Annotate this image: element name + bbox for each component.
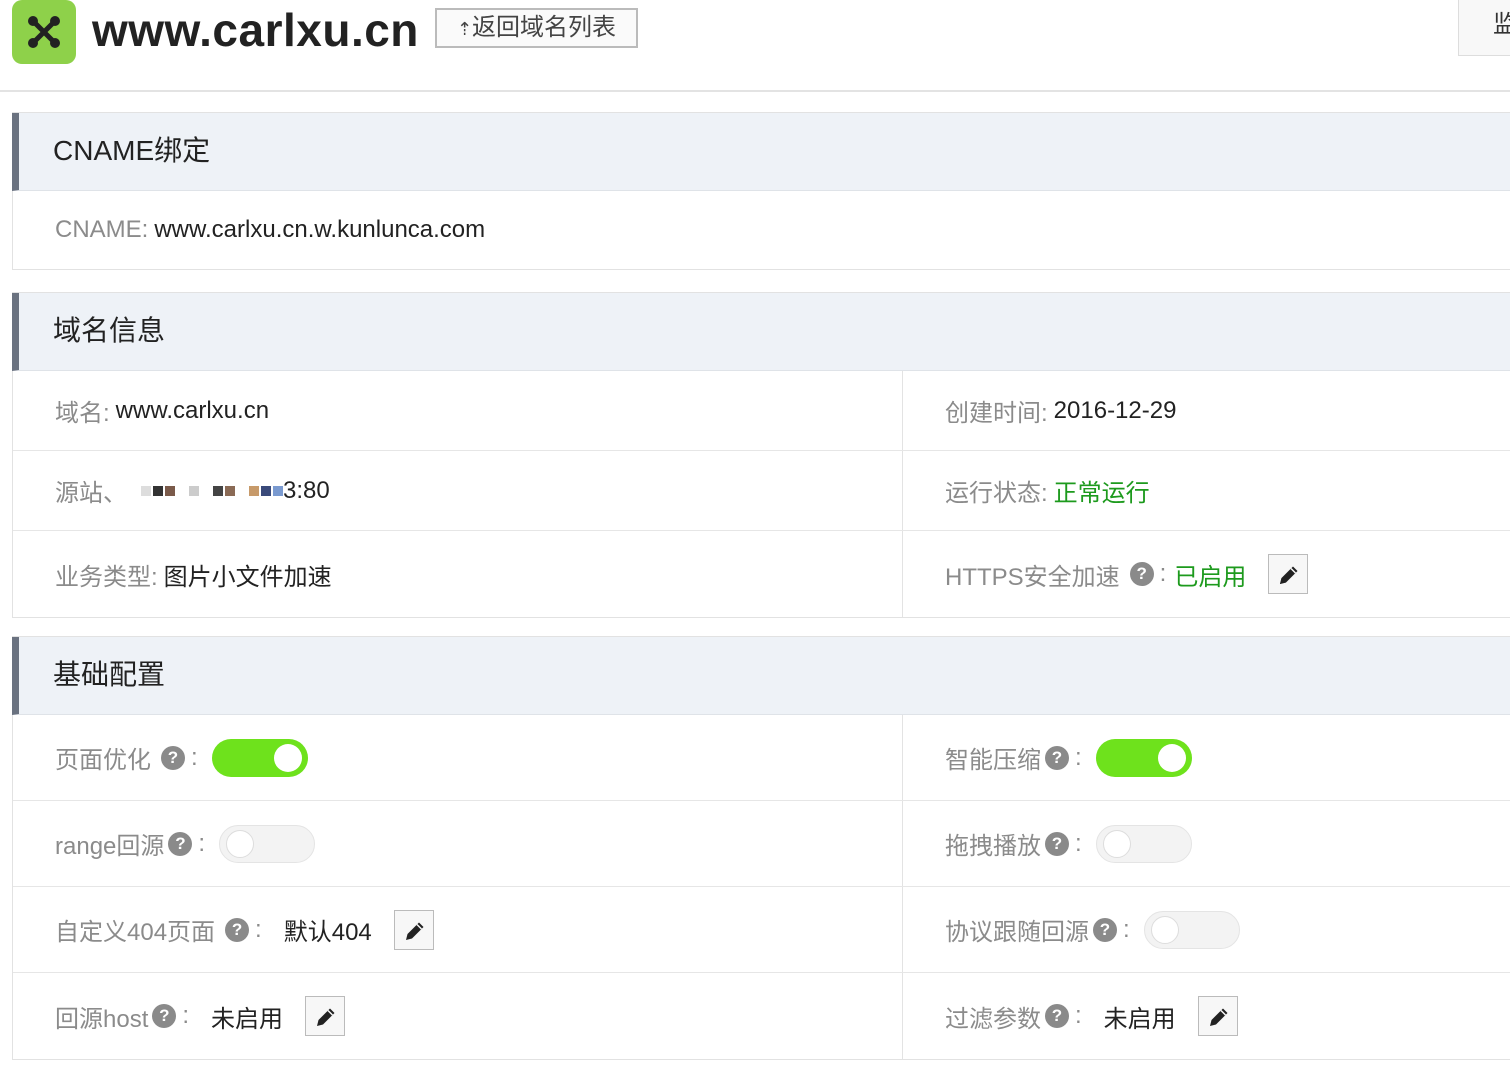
cname-label: CNAME: <box>55 216 149 243</box>
back-to-domain-list-button[interactable]: ⇡返回域名列表 <box>435 8 638 48</box>
range-origin-label: range回源 <box>55 833 165 860</box>
pencil-icon <box>1280 566 1298 584</box>
drag-play-label: 拖拽播放 <box>945 833 1041 860</box>
logo-icon <box>12 0 76 64</box>
https-value: 已启用 <box>1174 563 1247 591</box>
cname-value: www.carlxu.cn.w.kunlunca.com <box>154 216 486 243</box>
domain-label: 域名: <box>55 400 110 427</box>
upload-arrow-icon: ⇡ <box>456 19 473 39</box>
config-row: range回源 ?: 拖拽播放 ?: <box>13 801 1510 887</box>
protocol-follow-label: 协议跟随回源 <box>945 919 1089 946</box>
cname-section: CNAME绑定 CNAME: www.carlxu.cn.w.kunlunca.… <box>12 112 1510 270</box>
section-title: 域名信息 <box>12 293 1510 371</box>
section-title: 基础配置 <box>12 637 1510 715</box>
config-row: 回源host ?: 未启用 过滤参数 ?: 未启用 <box>13 973 1510 1059</box>
config-row: 自定义404页面 ?: 默认404 协议跟随回源 ?: <box>13 887 1510 973</box>
custom-404-label: 自定义404页面 <box>55 919 216 946</box>
https-label: HTTPS安全加速 <box>945 563 1120 591</box>
page-opt-toggle[interactable] <box>211 738 308 777</box>
drag-play-toggle[interactable] <box>1095 824 1192 863</box>
smart-compress-toggle[interactable] <box>1095 738 1192 777</box>
edit-filter-params-button[interactable] <box>1197 996 1238 1036</box>
origin-host-label: 回源host <box>55 1005 149 1033</box>
created-label: 创建时间: <box>945 400 1048 427</box>
question-icon[interactable]: ? <box>1045 745 1069 770</box>
monitor-button[interactable]: 监 <box>1458 0 1510 56</box>
created-value: 2016-12-29 <box>1053 396 1177 424</box>
question-icon[interactable]: ? <box>1045 831 1069 856</box>
origin-host-value: 未启用 <box>211 1005 284 1033</box>
cname-row: CNAME: www.carlxu.cn.w.kunlunca.com <box>13 191 1510 269</box>
domain-value: www.carlxu.cn <box>115 396 270 424</box>
question-icon[interactable]: ? <box>1129 562 1154 586</box>
redacted-origin-address <box>141 485 283 496</box>
custom-404-value: 默认404 <box>283 919 372 946</box>
info-row: 源站 、 3:80 运行状态: 正常运行 <box>13 451 1510 531</box>
pencil-icon <box>1209 1008 1228 1026</box>
back-button-label: 返回域名列表 <box>472 14 617 41</box>
protocol-follow-toggle[interactable] <box>1143 910 1240 949</box>
info-row: 业务类型: 图片小文件加速 HTTPS安全加速 ?: 已启用 <box>13 531 1510 617</box>
page-header: www.carlxu.cn ⇡返回域名列表 监 <box>0 0 1510 92</box>
status-label: 运行状态: <box>945 480 1048 507</box>
edit-origin-host-button[interactable] <box>305 996 346 1036</box>
pencil-icon <box>317 1008 335 1026</box>
question-icon[interactable]: ? <box>168 831 193 856</box>
type-value: 图片小文件加速 <box>163 563 332 591</box>
edit-https-button[interactable] <box>1268 554 1309 594</box>
pencil-icon <box>405 922 424 940</box>
page-opt-label: 页面优化 <box>55 747 151 774</box>
info-row: 域名: www.carlxu.cn 创建时间: 2016-12-29 <box>13 371 1510 451</box>
question-icon[interactable]: ? <box>1045 1004 1069 1028</box>
type-label: 业务类型: <box>55 563 158 591</box>
question-icon[interactable]: ? <box>161 745 185 770</box>
page-title: www.carlxu.cn <box>92 4 419 56</box>
edit-404-button[interactable] <box>393 909 434 950</box>
section-title: CNAME绑定 <box>12 113 1510 191</box>
basic-config-section: 基础配置 页面优化 ?: 智能压缩 ?: range回源 ?: 拖拽播放 ?: … <box>12 636 1510 1060</box>
filter-params-label: 过滤参数 <box>945 1005 1041 1033</box>
status-value: 正常运行 <box>1053 480 1150 507</box>
domain-info-section: 域名信息 域名: www.carlxu.cn 创建时间: 2016-12-29 … <box>12 292 1510 618</box>
origin-label: 源站 <box>55 480 103 507</box>
question-icon[interactable]: ? <box>1093 917 1117 942</box>
question-icon[interactable]: ? <box>152 1004 177 1028</box>
filter-params-value: 未启用 <box>1103 1005 1176 1033</box>
config-row: 页面优化 ?: 智能压缩 ?: <box>13 715 1510 801</box>
origin-value: 3:80 <box>283 476 330 504</box>
range-origin-toggle[interactable] <box>219 824 316 863</box>
smart-compress-label: 智能压缩 <box>945 747 1041 774</box>
question-icon[interactable]: ? <box>225 917 250 942</box>
